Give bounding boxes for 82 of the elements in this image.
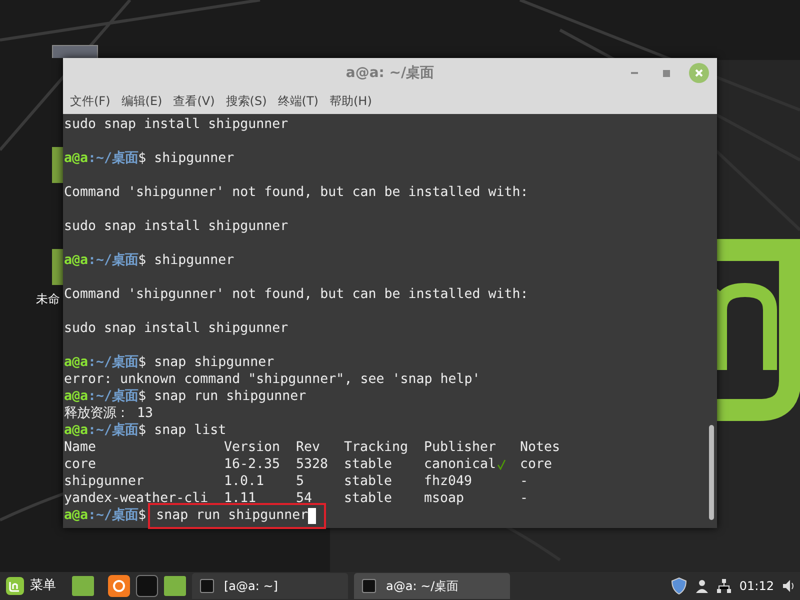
prompt-user: a@a	[64, 507, 88, 524]
output-line: Command 'shipgunner' not found, but can be installed with:	[64, 184, 530, 201]
command-text: snap run shipgunner	[154, 388, 306, 405]
prompt-sign: $	[138, 252, 146, 269]
table-cell: 1.0.1	[224, 473, 264, 490]
output-line: 释放资源： 13	[64, 405, 154, 422]
table-cell: -	[520, 473, 528, 490]
prompt-path: :~/桌面	[88, 150, 138, 167]
menu-item[interactable]: 文件(F)	[70, 92, 110, 110]
prompt-sign: $	[138, 422, 146, 439]
table-cell: stable	[344, 473, 392, 490]
menu-item[interactable]: 终端(T)	[278, 92, 318, 110]
prompt-path: :~/桌面	[88, 422, 138, 439]
table-cell: stable	[344, 490, 392, 507]
taskbar-window-button[interactable]: a@a: ~/桌面	[354, 573, 510, 599]
table-cell: core	[520, 456, 552, 473]
folder-icon[interactable]	[52, 249, 64, 285]
prompt-path: :~/桌面	[88, 252, 138, 269]
clock[interactable]: 01:12	[739, 577, 774, 595]
menu-button[interactable]: 菜单	[3, 574, 58, 598]
prompt-path: :~/桌面	[88, 354, 138, 371]
terminal-icon	[362, 579, 376, 593]
table-cell: fhz049	[424, 473, 472, 490]
table-cell: 54	[296, 490, 312, 507]
shield-icon[interactable]	[671, 577, 688, 595]
table-cell: 16-2.35	[224, 456, 280, 473]
prompt-sign: $	[138, 507, 146, 524]
column-header: Name	[64, 440, 96, 455]
prompt-path: :~/桌面	[88, 507, 138, 524]
table-cell: shipgunner	[64, 473, 144, 490]
table-cell: 1.11	[224, 490, 256, 507]
close-button[interactable]	[689, 63, 709, 83]
output-line: sudo snap install shipgunner	[64, 320, 290, 337]
column-header: Tracking	[344, 440, 408, 455]
user-icon[interactable]	[695, 579, 710, 593]
prompt-user: a@a	[64, 388, 88, 405]
table-cell: 5328	[296, 456, 328, 473]
table-cell: core	[64, 456, 96, 473]
command-text: snap run shipgunner	[156, 507, 308, 524]
table-cell: 5	[296, 473, 304, 490]
menu-item[interactable]: 帮助(H)	[329, 92, 372, 110]
terminal-icon[interactable]	[136, 575, 158, 597]
logo-icon	[5, 576, 25, 596]
command-text: snap list	[154, 422, 226, 439]
desktop-icon-label: 未命	[36, 291, 60, 308]
terminal-icon	[200, 579, 214, 593]
browser-icon[interactable]	[108, 575, 130, 597]
column-header: Notes	[520, 440, 560, 455]
prompt-user: a@a	[64, 150, 88, 167]
folder-icon[interactable]	[52, 147, 64, 183]
command-text: shipgunner	[154, 150, 234, 167]
close-icon	[695, 69, 703, 77]
table-cell: stable	[344, 456, 392, 473]
menu-item[interactable]: 搜索(S)	[226, 92, 267, 110]
text-cursor	[308, 508, 316, 524]
output-line: sudo snap install shipgunner	[64, 116, 290, 133]
table-cell: -	[520, 490, 528, 507]
output-line: Command 'shipgunner' not found, but can be installed with:	[64, 286, 530, 303]
menu-item[interactable]: 查看(V)	[173, 92, 215, 110]
output-line: error: unknown command "shipgunner", see 'snap help'	[64, 371, 482, 388]
table-cell: canonical	[424, 456, 496, 473]
column-header: Rev	[296, 440, 320, 455]
prompt-path: :~/桌面	[88, 388, 138, 405]
command-text: shipgunner	[154, 252, 234, 269]
menu-item[interactable]: 编辑(E)	[121, 92, 162, 110]
window-title: a@a: ~/桌面	[346, 64, 434, 82]
table-cell: yandex-weather-cli	[64, 490, 208, 507]
prompt-user: a@a	[64, 422, 88, 439]
prompt-user: a@a	[64, 252, 88, 269]
prompt-sign: $	[138, 388, 146, 405]
network-icon[interactable]	[717, 579, 732, 593]
volume-icon[interactable]	[782, 579, 796, 593]
taskbar-window-button[interactable]: [a@a: ~]	[192, 573, 348, 599]
prompt-sign: $	[138, 354, 146, 371]
prompt-sign: $	[138, 150, 146, 167]
prompt-user: a@a	[64, 354, 88, 371]
command-text: snap shipgunner	[154, 354, 274, 371]
column-header: Publisher	[424, 440, 496, 455]
table-cell: msoap	[424, 490, 464, 507]
column-header: Version	[224, 440, 280, 455]
output-line: sudo snap install shipgunner	[64, 218, 290, 235]
desktop-icon[interactable]	[52, 45, 98, 58]
